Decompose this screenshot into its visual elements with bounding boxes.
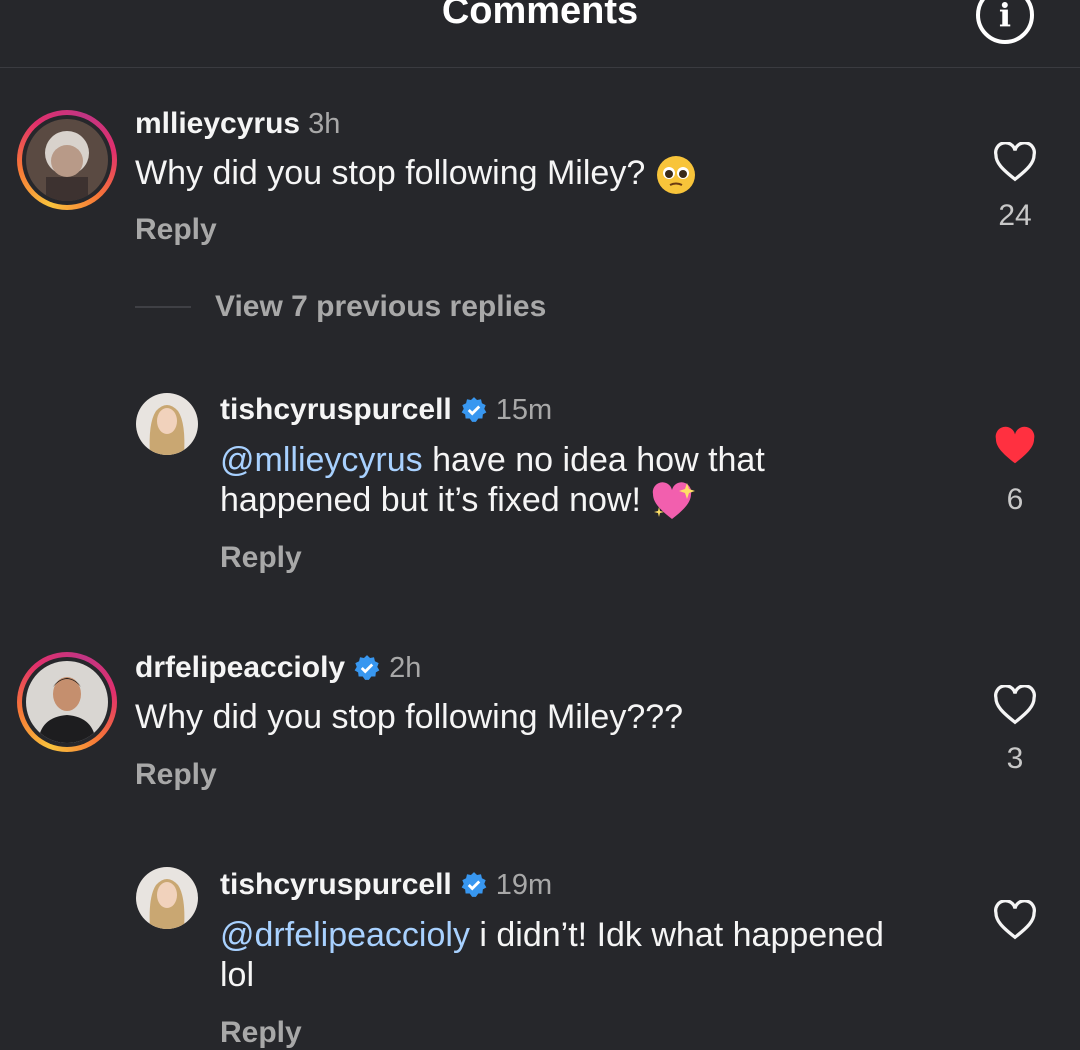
verified-badge-icon (461, 397, 487, 422)
view-replies-label: View 7 previous replies (215, 290, 547, 323)
timestamp: 3h (308, 107, 341, 140)
verified-badge-icon (354, 655, 380, 680)
timestamp: 2h (389, 651, 422, 684)
like-count: 3 (1006, 742, 1024, 775)
like-control: 24 (985, 141, 1045, 233)
comment-text: @mllieycyrus have no idea how that happe… (220, 440, 765, 523)
avatar[interactable] (17, 110, 117, 210)
reply-button[interactable]: Reply (220, 541, 302, 575)
timestamp: 15m (495, 393, 553, 426)
page-title: Comments (441, 0, 639, 32)
username[interactable]: drfelipeaccioly (135, 651, 345, 685)
username[interactable]: mllieycyrus (135, 107, 300, 141)
like-control (985, 899, 1045, 945)
heart-outline-icon[interactable] (985, 899, 1045, 945)
divider (135, 306, 191, 308)
like-count: 6 (1006, 483, 1024, 516)
like-count: 24 (998, 199, 1032, 232)
mention-link[interactable]: @mllieycyrus (220, 441, 423, 479)
username[interactable]: tishcyruspurcell (220, 393, 452, 427)
avatar[interactable] (136, 867, 198, 929)
mention-link[interactable]: @drfelipeaccioly (220, 916, 470, 954)
username[interactable]: tishcyruspurcell (220, 868, 452, 902)
info-icon[interactable]: i (976, 0, 1034, 44)
comment-text: Why did you stop following Miley??? (135, 698, 684, 736)
comment-meta: tishcyruspurcell 15m (220, 393, 552, 427)
avatar[interactable] (17, 652, 117, 752)
pleading-face-emoji (656, 156, 695, 195)
heart-filled-icon[interactable] (985, 426, 1045, 471)
view-previous-replies[interactable]: View 7 previous replies (135, 290, 546, 324)
sparkling-heart-emoji (653, 482, 696, 520)
comment-meta: drfelipeaccioly 2h (135, 651, 421, 685)
reply-button[interactable]: Reply (135, 758, 217, 792)
comment-meta: tishcyruspurcell 19m (220, 868, 552, 902)
like-control: 6 (985, 426, 1045, 517)
reply-button[interactable]: Reply (220, 1016, 302, 1050)
reply-button[interactable]: Reply (135, 213, 217, 247)
comments-header: Comments i (0, 0, 1080, 68)
like-control: 3 (985, 684, 1045, 776)
comment-text: Why did you stop following Miley? (135, 153, 697, 196)
comment-text: @drfelipeaccioly i didn’t! Idk what happ… (220, 916, 884, 994)
avatar-image (26, 119, 108, 201)
comment-meta: mllieycyrus 3h (135, 107, 340, 141)
verified-badge-icon (461, 872, 487, 897)
timestamp: 19m (495, 868, 553, 901)
heart-outline-icon[interactable] (985, 684, 1045, 730)
heart-outline-icon[interactable] (985, 141, 1045, 187)
avatar-image (26, 661, 108, 743)
avatar[interactable] (136, 393, 198, 455)
